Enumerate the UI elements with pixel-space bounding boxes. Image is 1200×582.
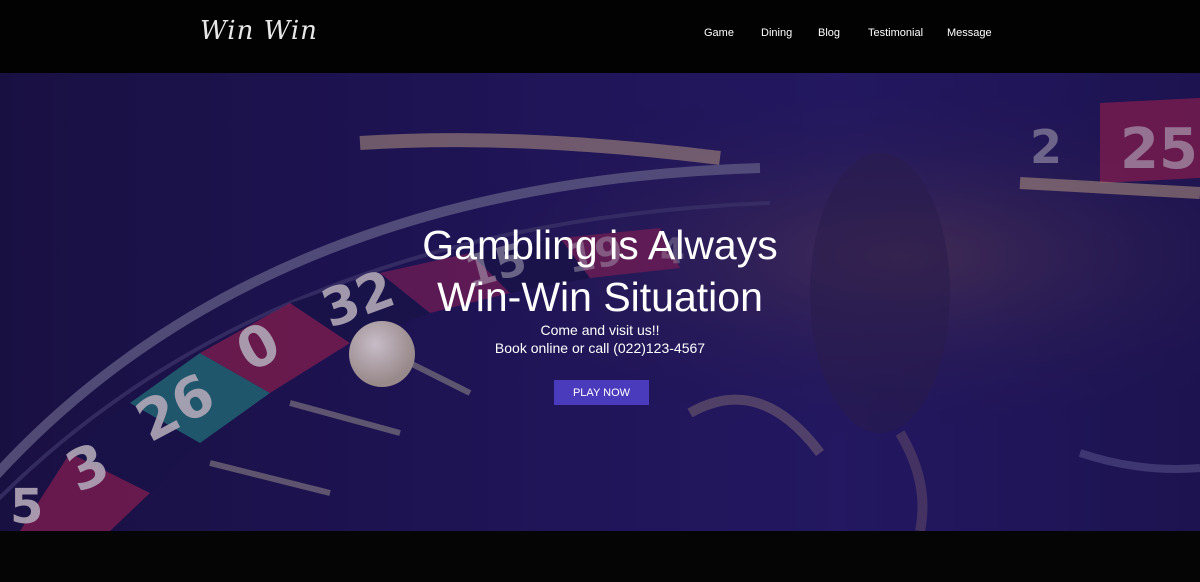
hero-title-line2: Win-Win Situation xyxy=(437,274,763,320)
nav-item-dining[interactable]: Dining xyxy=(761,27,792,39)
hero-subtitle: Come and visit us!! Book online or call … xyxy=(0,321,1200,357)
nav-item-testimonial[interactable]: Testimonial xyxy=(868,27,923,39)
hero-subtitle-line2: Book online or call (022)123-4567 xyxy=(494,340,706,356)
site-header: Win Win Game Dining Blog Testimonial Mes… xyxy=(0,0,1200,73)
hero-subtitle-line1: Come and visit us!! xyxy=(540,322,660,338)
play-now-button[interactable]: PLAY NOW xyxy=(554,380,649,405)
nav-item-blog[interactable]: Blog xyxy=(818,27,840,39)
hero-title: Gambling is Always Win-Win Situation xyxy=(0,219,1200,323)
footer-bar xyxy=(0,531,1200,582)
main-nav: Game Dining Blog Testimonial Message xyxy=(0,27,1200,47)
hero-banner: 5 3 26 0 32 15 19 4 2 25 Gambling is Alw… xyxy=(0,73,1200,531)
nav-item-message[interactable]: Message xyxy=(947,27,992,39)
nav-item-game[interactable]: Game xyxy=(704,27,734,39)
hero-title-line1: Gambling is Always xyxy=(422,222,778,268)
